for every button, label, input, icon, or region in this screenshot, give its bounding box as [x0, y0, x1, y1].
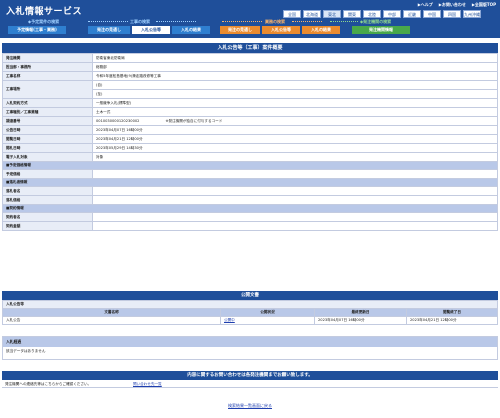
region-shikoku[interactable]: 四国: [443, 10, 461, 18]
procurement-note: ※発注機関が独自に付与するコード: [165, 118, 223, 123]
page-title: 入札公告等（工事）案件概要: [2, 43, 498, 53]
national-top-link[interactable]: ▶全国版TOP: [472, 2, 496, 8]
table-row: 入札契約方式 一般競争入札(標準型): [2, 98, 498, 108]
table-row: 工事名称 令和5年度松島基地(9)滑走路改修等工事: [2, 71, 498, 81]
back-to-results-wrap: 検索結果一覧画面に戻る: [0, 403, 500, 409]
section-divider: [330, 21, 358, 23]
contact-label: 発注機関への連絡先等はこちらからご確認ください。: [5, 382, 92, 386]
public-docs-title: 公開文書: [2, 291, 498, 300]
contact-section: 内容に関するお問い合わせは各発注機関までお願い致します。 発注機関への連絡先等は…: [2, 371, 498, 388]
col-updated: 最終更新日: [314, 308, 407, 317]
back-to-results-link[interactable]: 検索結果一覧画面に戻る: [228, 403, 272, 408]
contact-list-link[interactable]: 問い合わせ先一覧: [133, 382, 162, 386]
tab-services-notices[interactable]: 入札公告等: [262, 26, 300, 34]
group-header-price: ■予定価格情報: [2, 161, 498, 170]
bid-progress-box: 入札経過 該当データはありません: [2, 336, 498, 360]
region-kinki[interactable]: 近畿: [403, 10, 421, 18]
agencies-tabs: 発注機関情報: [352, 26, 410, 34]
table-row: 調達番号 0010030000120230002 ※発注機関が独自に付与するコード: [2, 116, 498, 126]
region-zenkoku[interactable]: 全国: [283, 10, 301, 18]
bid-progress-body: 該当データはありません: [6, 349, 46, 353]
site-logo[interactable]: 入札情報サービス: [6, 4, 82, 17]
public-docs-table: 入札公告等 文書名称 公開状況 最終更新日 閲覧終了日 入札公告 公開中 202…: [2, 300, 498, 325]
table-row: 電子入札対象 対象: [2, 152, 498, 162]
section-divider: [292, 21, 322, 23]
table-row: 落札価格: [2, 195, 498, 205]
region-kanto[interactable]: 関東: [343, 10, 361, 18]
works-tabs: 発注の見通し 入札公告等 入札の結果: [88, 26, 210, 34]
help-link[interactable]: ▶ヘルプ: [418, 2, 433, 8]
tab-plan-info[interactable]: 予定情報(工事・業務): [8, 26, 66, 34]
procurement-number: 0010030000120230002: [96, 118, 140, 123]
group-header-winner: ■落札者情報: [2, 178, 498, 187]
section-divider: [156, 21, 196, 23]
tab-works-notices[interactable]: 入札公告等: [132, 26, 170, 34]
table-row: 工事種別／工事業種 土木一式: [2, 107, 498, 117]
table-row: 契約者名: [2, 212, 498, 222]
table-row: 公告日時 2023年04月07日 16時00分: [2, 125, 498, 135]
doc-status-link[interactable]: 公開中: [224, 318, 235, 322]
region-kyushu[interactable]: 九州沖縄: [463, 10, 481, 18]
section-label-services: 業務の検索: [265, 19, 285, 24]
region-hokuriku[interactable]: 北陸: [363, 10, 381, 18]
region-hokkaido[interactable]: 北海道: [303, 10, 321, 18]
tab-works-outlook[interactable]: 発注の見通し: [88, 26, 130, 34]
table-row: 発注機関 防衛省東北防衛局: [2, 53, 498, 63]
top-links: ▶ヘルプ ▶お問い合わせ ▶全国版TOP: [418, 2, 496, 8]
region-nav: 全国 北海道 東北 関東 北陸 中部 近畿 中国 四国 九州沖縄: [283, 10, 481, 18]
services-tabs: 発注の見通し 入札公告等 入札の結果: [220, 26, 340, 34]
contact-row: 発注機関への連絡先等はこちらからご確認ください。 問い合わせ先一覧: [2, 380, 498, 388]
table-row: 入札公告 公開中 2023年04月07日 16時00分 2023年04月21日 …: [2, 316, 498, 325]
plans-tabs: 予定情報(工事・業務): [8, 26, 66, 34]
contact-bar: 内容に関するお問い合わせは各発注機関までお願い致します。: [2, 371, 498, 380]
contact-link[interactable]: ▶お問い合わせ: [439, 2, 466, 8]
header: 入札情報サービス ▶ヘルプ ▶お問い合わせ ▶全国版TOP 全国 北海道 東北 …: [0, 0, 500, 38]
tab-services-results[interactable]: 入札の結果: [302, 26, 340, 34]
section-label-works: 工事の検索: [130, 19, 150, 24]
case-summary-table: 発注機関 防衛省東北防衛局 担当部・事務所 総務部 工事名称 令和5年度松島基地(9)…: [2, 53, 498, 231]
region-tohoku[interactable]: 東北: [323, 10, 341, 18]
table-row: 契約金額: [2, 221, 498, 231]
tab-works-results[interactable]: 入札の結果: [172, 26, 210, 34]
main-content: 入札公告等（工事）案件概要 発注機関 防衛省東北防衛局 担当部・事務所 総務部 工事…: [2, 40, 498, 231]
docs-subheading: 入札公告等: [2, 300, 498, 309]
section-divider: [88, 21, 128, 23]
bid-progress-title: 入札経過: [3, 337, 497, 347]
table-row: 落札者名: [2, 186, 498, 196]
region-chugoku[interactable]: 中国: [423, 10, 441, 18]
table-row: 担当部・事務所 総務部: [2, 62, 498, 72]
table-row: 予定価格: [2, 169, 498, 179]
section-divider: [222, 21, 262, 23]
group-header-contract: ■契約情報: [2, 204, 498, 213]
region-chubu[interactable]: 中部: [383, 10, 401, 18]
col-doc-name: 文書名称: [2, 308, 221, 317]
section-label-plans: ◆予定案件の検索: [28, 19, 60, 24]
public-docs-section: 公開文書 入札公告等 文書名称 公開状況 最終更新日 閲覧終了日 入札公告 公開…: [2, 291, 498, 325]
col-end-date: 閲覧終了日: [406, 308, 498, 317]
tab-agency-info[interactable]: 発注機関情報: [352, 26, 410, 34]
col-status: 公開状況: [220, 308, 315, 317]
table-row: 工事場所 (自): [2, 80, 498, 99]
table-row: 開札日時 2023年05月29日 14時30分: [2, 143, 498, 153]
tab-services-outlook[interactable]: 発注の見通し: [220, 26, 260, 34]
table-row: 閲覧日時 2023年04月21日 12時00分: [2, 134, 498, 144]
section-label-agencies: ◆発注機関の検索: [360, 19, 392, 24]
